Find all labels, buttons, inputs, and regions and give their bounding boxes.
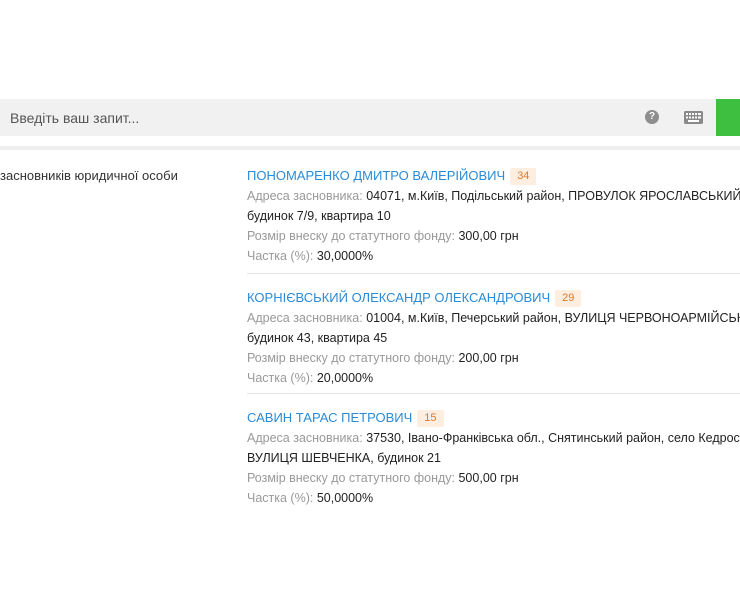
share-value: 50,0000% bbox=[316, 491, 374, 505]
founder-contribution: Розмір внеску до статутного фонду: 200,0… bbox=[247, 348, 740, 368]
founder-share: Частка (%): 20,0000% bbox=[247, 368, 740, 388]
founder-share: Частка (%): 30,0000% bbox=[247, 246, 740, 266]
address-value: 04071, м.Київ, Подільський район, ПРОВУЛ… bbox=[366, 189, 740, 203]
founder-name-link[interactable]: ПОНОМАРЕНКО ДМИТРО ВАЛЕРІЙОВИЧ bbox=[247, 168, 505, 183]
page: ? засновників юридичної особи ПОНОМАРЕНК… bbox=[0, 0, 740, 600]
founder-count-badge[interactable]: 29 bbox=[555, 290, 582, 307]
founder-name-link[interactable]: КОРНІЄВСЬКИЙ ОЛЕКСАНДР ОЛЕКСАНДРОВИЧ bbox=[247, 290, 550, 305]
founder-item: САВИН ТАРАС ПЕТРОВИЧ 15 Адреса засновника… bbox=[247, 393, 740, 513]
share-value: 30,0000% bbox=[316, 249, 374, 263]
share-label: Частка (%): bbox=[247, 371, 314, 385]
founder-name-line: САВИН ТАРАС ПЕТРОВИЧ 15 bbox=[247, 408, 740, 428]
founders-list: ПОНОМАРЕНКО ДМИТРО ВАЛЕРІЙОВИЧ 34 Адреса … bbox=[247, 163, 740, 513]
contribution-value: 200,00 грн bbox=[458, 351, 519, 365]
founder-address-continued: будинок 43, квартира 45 bbox=[247, 331, 388, 345]
search-input[interactable] bbox=[0, 99, 620, 136]
founder-item: ПОНОМАРЕНКО ДМИТРО ВАЛЕРІЙОВИЧ 34 Адреса … bbox=[247, 163, 740, 273]
founder-address-continued: ВУЛИЦЯ ШЕВЧЕНКА, будинок 21 bbox=[247, 451, 441, 465]
founder-address: Адреса засновника: 37530, Івано-Франківс… bbox=[247, 428, 740, 448]
founder-address-continued: будинок 7/9, квартира 10 bbox=[247, 209, 391, 223]
address-label: Адреса засновника: bbox=[247, 431, 363, 445]
founder-count-badge[interactable]: 34 bbox=[510, 168, 537, 185]
founder-contribution: Розмір внеску до статутного фонду: 500,0… bbox=[247, 468, 740, 488]
section-label: засновників юридичної особи bbox=[0, 168, 178, 183]
address-label: Адреса засновника: bbox=[247, 311, 363, 325]
founder-address: Адреса засновника: 01004, м.Київ, Печерс… bbox=[247, 308, 740, 328]
founder-count-badge[interactable]: 15 bbox=[417, 410, 444, 427]
share-label: Частка (%): bbox=[247, 249, 314, 263]
address-value: 01004, м.Київ, Печерський район, ВУЛИЦЯ … bbox=[366, 311, 740, 325]
address-value: 37530, Івано-Франківська обл., Снятинськ… bbox=[366, 431, 740, 445]
search-bar bbox=[0, 99, 740, 136]
founder-address: Адреса засновника: 04071, м.Київ, Поділь… bbox=[247, 186, 740, 206]
address-label: Адреса засновника: bbox=[247, 189, 363, 203]
help-icon[interactable]: ? bbox=[645, 110, 659, 124]
founder-contribution: Розмір внеску до статутного фонду: 300,0… bbox=[247, 226, 740, 246]
share-label: Частка (%): bbox=[247, 491, 314, 505]
founder-share: Частка (%): 50,0000% bbox=[247, 488, 740, 508]
founder-name-line: КОРНІЄВСЬКИЙ ОЛЕКСАНДР ОЛЕКСАНДРОВИЧ 29 bbox=[247, 288, 740, 308]
contribution-value: 300,00 грн bbox=[458, 229, 519, 243]
founder-item: КОРНІЄВСЬКИЙ ОЛЕКСАНДР ОЛЕКСАНДРОВИЧ 29 А… bbox=[247, 273, 740, 393]
contribution-label: Розмір внеску до статутного фонду: bbox=[247, 471, 455, 485]
contribution-label: Розмір внеску до статутного фонду: bbox=[247, 351, 455, 365]
share-value: 20,0000% bbox=[316, 371, 374, 385]
founder-name-line: ПОНОМАРЕНКО ДМИТРО ВАЛЕРІЙОВИЧ 34 bbox=[247, 166, 740, 186]
contribution-value: 500,00 грн bbox=[458, 471, 519, 485]
keyboard-icon[interactable] bbox=[684, 111, 703, 124]
contribution-label: Розмір внеску до статутного фонду: bbox=[247, 229, 455, 243]
section-divider bbox=[0, 146, 740, 150]
search-button[interactable] bbox=[716, 99, 740, 136]
founder-name-link[interactable]: САВИН ТАРАС ПЕТРОВИЧ bbox=[247, 410, 412, 425]
